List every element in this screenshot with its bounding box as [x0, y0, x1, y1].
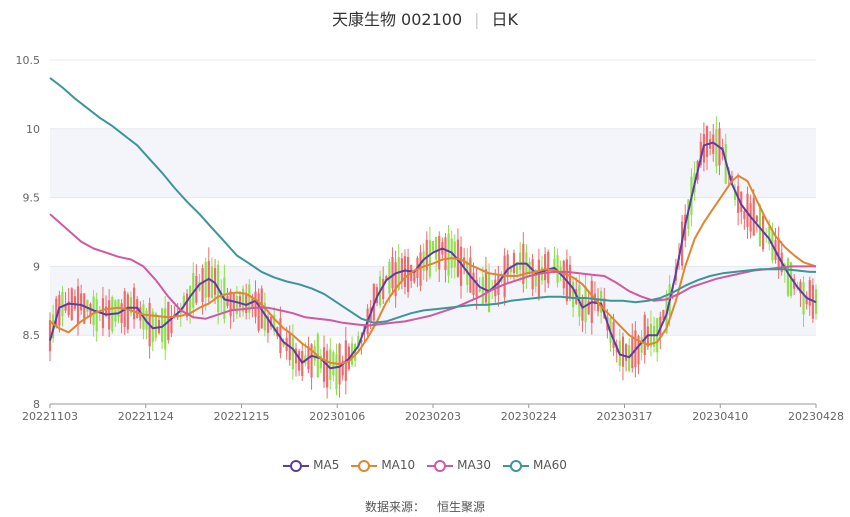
candle-body — [512, 252, 516, 273]
candle-body — [743, 211, 746, 220]
candle-body — [229, 291, 232, 317]
data-source: 数据来源： 恒生聚源 — [0, 498, 850, 515]
y-tick-label: 10.5 — [16, 54, 41, 67]
legend-marker — [503, 459, 530, 472]
candle-body — [391, 257, 394, 289]
y-tick-label: 10 — [26, 123, 40, 136]
candle-body — [114, 300, 117, 322]
candlestick-chart: 88.599.51010.520221103 20221124 20221215 20… — [16, 54, 845, 423]
candle-body — [547, 251, 550, 284]
x-tick-label: 20230203 — [405, 410, 461, 423]
y-tick-label: 9 — [33, 260, 40, 273]
candle-body — [86, 300, 89, 312]
candle-body — [291, 337, 294, 370]
candle-body — [777, 238, 780, 268]
candle-body — [802, 282, 805, 315]
candle-body — [257, 293, 260, 331]
y-tick-label: 8.5 — [23, 329, 41, 342]
candle-body — [80, 293, 83, 311]
legend-label: MA60 — [533, 458, 567, 472]
y-tick-label: 9.5 — [23, 192, 41, 205]
candle-body — [120, 303, 123, 324]
x-tick-label: 20221215 — [214, 410, 270, 423]
x-tick-label: 20230106 — [309, 410, 365, 423]
candle-body — [428, 240, 431, 277]
candle-body — [322, 347, 326, 382]
candle-body — [715, 129, 718, 167]
candle-body — [478, 288, 481, 292]
legend: MA5 MA10 MA30 MA60 — [0, 458, 850, 473]
candle-body — [584, 285, 587, 323]
candle-body — [752, 198, 755, 236]
candle-body — [808, 280, 811, 306]
x-tick-label: 20221103 — [22, 410, 78, 423]
candle-body — [705, 126, 709, 157]
candle-body — [537, 259, 540, 297]
candle-body — [643, 314, 646, 356]
candle-body — [73, 296, 76, 309]
candle-body — [519, 252, 522, 270]
candle-body — [189, 286, 192, 316]
candle-body — [431, 241, 435, 251]
candle-body — [435, 236, 438, 260]
legend-label: MA10 — [381, 458, 416, 472]
candle-body — [786, 258, 790, 296]
candle-body — [326, 350, 329, 388]
candle-body — [126, 294, 129, 330]
legend-item-ma60[interactable]: MA60 — [503, 458, 567, 473]
candle-body — [95, 299, 98, 332]
candle-body — [329, 349, 332, 380]
candle-body — [624, 344, 628, 361]
candle-body — [238, 295, 242, 308]
candle-body — [400, 258, 403, 282]
candle-body — [472, 272, 475, 295]
candle-body — [438, 236, 441, 270]
candle-body — [335, 354, 338, 390]
legend-label: MA30 — [457, 458, 492, 472]
legend-item-ma30[interactable]: MA30 — [427, 458, 491, 473]
candle-body — [132, 287, 136, 320]
source-label: 数据来源： — [364, 500, 425, 514]
candle-body — [254, 291, 257, 317]
legend-marker — [427, 459, 454, 472]
candle-body — [481, 276, 484, 304]
candle-body — [382, 279, 385, 300]
x-tick-label: 20230224 — [501, 410, 557, 423]
x-tick-label: 20230317 — [597, 410, 653, 423]
legend-marker — [283, 459, 310, 472]
candle-body — [484, 269, 488, 303]
x-tick-label: 20221124 — [118, 410, 174, 423]
candle-body — [544, 254, 547, 281]
candle-body — [444, 237, 447, 271]
candle-body — [572, 281, 575, 308]
candle-body — [600, 290, 603, 313]
legend-label: MA5 — [313, 458, 340, 472]
candle-body — [235, 296, 238, 314]
x-tick-label: 20230428 — [788, 410, 844, 423]
candle-body — [568, 264, 572, 299]
candle-body — [459, 246, 463, 286]
source-name: 恒生聚源 — [437, 500, 486, 514]
legend-item-ma5[interactable]: MA5 — [283, 458, 339, 473]
candle-body — [61, 292, 64, 317]
candle-body — [201, 268, 204, 303]
candle-body — [164, 308, 167, 350]
legend-item-ma10[interactable]: MA10 — [351, 458, 415, 473]
legend-marker — [351, 459, 378, 472]
x-tick-label: 20230410 — [692, 410, 748, 423]
candle-body — [621, 336, 625, 367]
candle-body — [755, 215, 758, 223]
candle-body — [447, 233, 450, 276]
candle-body — [581, 299, 584, 321]
